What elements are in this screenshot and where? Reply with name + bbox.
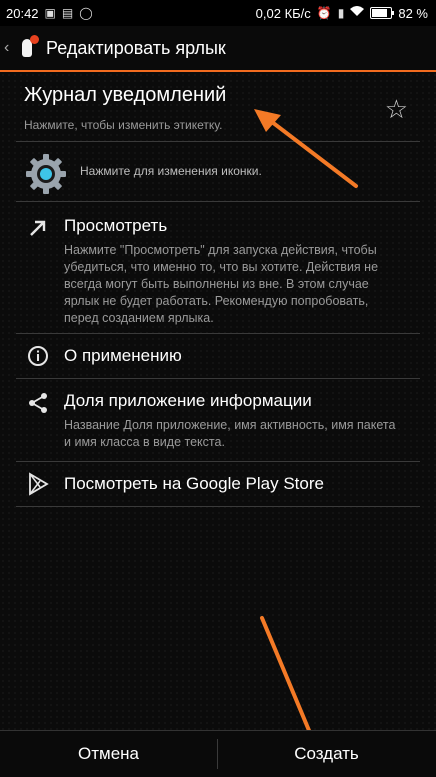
shortcut-label-hint: Нажмите, чтобы изменить этикетку. xyxy=(24,118,223,132)
shortcut-label-title[interactable]: Журнал уведомлений xyxy=(24,84,226,107)
battery-percent: 82 % xyxy=(398,5,428,21)
alarm-icon: ⏰ xyxy=(316,6,332,20)
icon-change-hint: Нажмите для изменения иконки. xyxy=(80,164,262,178)
message-icon: ▤ xyxy=(61,6,74,20)
bottom-button-bar: Отмена Создать xyxy=(0,730,436,777)
divider xyxy=(16,506,420,507)
item-title: Просмотреть xyxy=(64,216,168,235)
list-item-about[interactable]: О применению xyxy=(0,334,436,378)
status-bar: 20:42 ▣ ▤ ◯ 0,02 КБ/с ⏰ ▮ 82 % xyxy=(0,0,436,26)
image-icon: ▣ xyxy=(44,6,56,20)
whatsapp-icon: ◯ xyxy=(79,6,93,20)
info-icon xyxy=(28,346,48,366)
gear-icon[interactable] xyxy=(24,152,68,196)
net-speed: 0,02 КБ/с xyxy=(255,5,311,21)
list-item-share[interactable]: Доля приложение информации Название Доля… xyxy=(0,379,436,461)
status-time: 20:42 xyxy=(6,5,39,21)
wifi-icon xyxy=(350,6,365,20)
sim-icon: ▮ xyxy=(337,6,345,20)
star-icon[interactable]: ☆ xyxy=(385,94,408,125)
list-item-play-store[interactable]: Посмотреть на Google Play Store xyxy=(0,462,436,506)
item-description: Нажмите "Просмотреть" для запуска действ… xyxy=(64,243,379,325)
list-item-view[interactable]: Просмотреть Нажмите "Просмотреть" для за… xyxy=(0,202,436,332)
play-store-icon xyxy=(29,472,49,496)
open-arrow-icon xyxy=(30,220,46,236)
create-button[interactable]: Создать xyxy=(218,731,435,777)
item-title: Посмотреть на Google Play Store xyxy=(64,474,324,493)
cancel-button[interactable]: Отмена xyxy=(0,731,217,777)
shortcut-icon-row[interactable]: Нажмите для изменения иконки. xyxy=(0,142,436,200)
action-bar-title: Редактировать ярлык xyxy=(46,37,226,58)
item-title: Доля приложение информации xyxy=(64,391,312,410)
share-icon xyxy=(29,393,47,413)
item-description: Название Доля приложение, имя активность… xyxy=(64,418,396,449)
app-logo-icon[interactable] xyxy=(18,35,40,61)
battery-icon xyxy=(370,7,395,19)
back-icon[interactable]: ‹ xyxy=(4,39,16,57)
item-title: О применению xyxy=(64,346,182,365)
shortcut-label[interactable]: Журнал уведомлений Нажмите, чтобы измени… xyxy=(0,72,436,142)
action-bar: ‹ Редактировать ярлык xyxy=(0,26,436,72)
